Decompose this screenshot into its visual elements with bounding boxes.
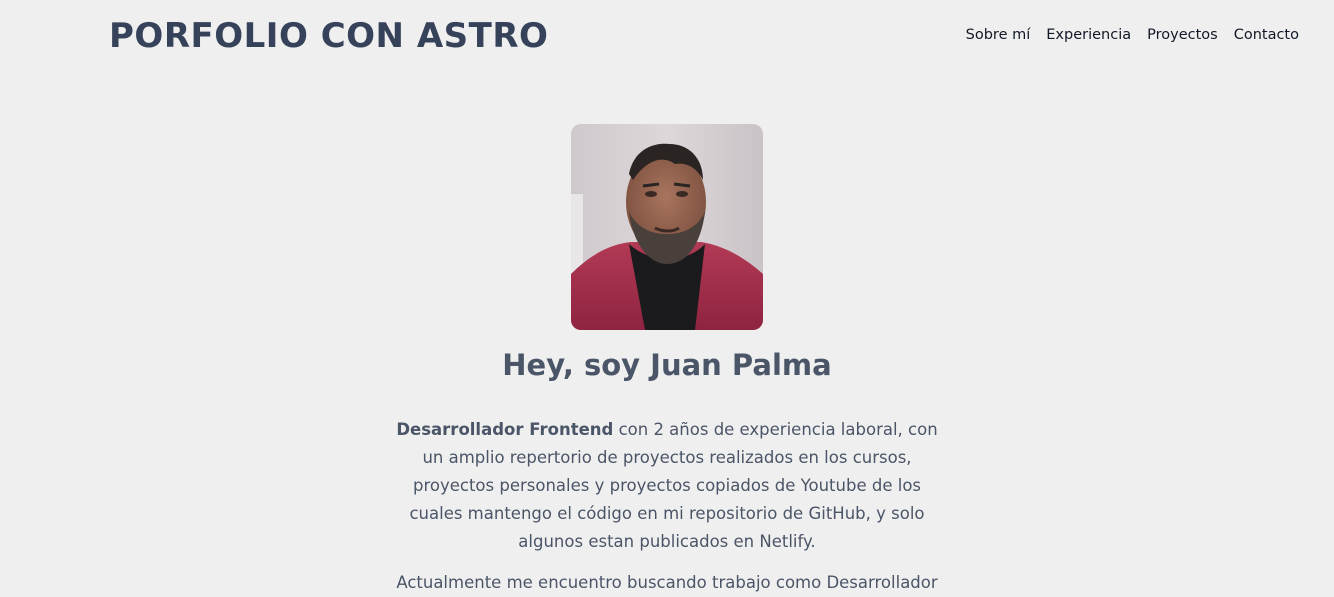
site-brand[interactable]: PORFOLIO CON ASTRO <box>109 14 548 58</box>
nav-link-contacto[interactable]: Contacto <box>1234 24 1299 46</box>
nav-link-proyectos[interactable]: Proyectos <box>1147 24 1218 46</box>
profile-photo <box>571 124 763 330</box>
bio-paragraph: Desarrollador Frontend con 2 años de exp… <box>387 416 947 556</box>
hero-section: Hey, soy Juan Palma Desarrollador Fronte… <box>0 124 1334 597</box>
hero-title: Hey, soy Juan Palma <box>502 348 832 382</box>
site-header: PORFOLIO CON ASTRO Sobre mí Experiencia … <box>0 0 1334 80</box>
bio-role: Desarrollador Frontend <box>396 420 614 439</box>
main-nav: Sobre mí Experiencia Proyectos Contacto <box>966 24 1299 46</box>
nav-link-sobre-mi[interactable]: Sobre mí <box>966 24 1031 46</box>
nav-link-experiencia[interactable]: Experiencia <box>1046 24 1131 46</box>
bio-second-paragraph: Actualmente me encuentro buscando trabaj… <box>396 573 938 592</box>
bio-text: con 2 años de experiencia laboral, con u… <box>409 420 938 551</box>
